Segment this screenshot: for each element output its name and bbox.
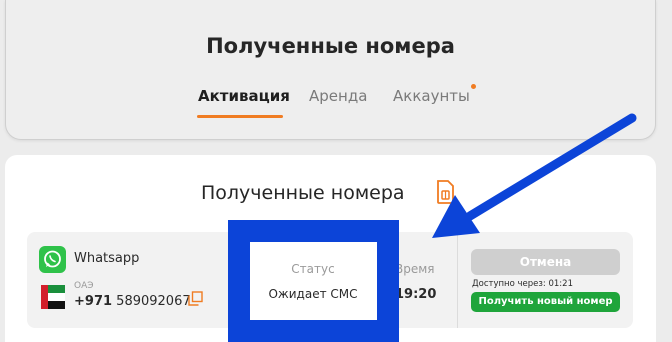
tab-rent[interactable]: Аренда bbox=[309, 87, 367, 105]
tab-activation[interactable]: Активация bbox=[198, 87, 290, 105]
copy-icon[interactable] bbox=[188, 291, 203, 306]
phone-digits: 589092067 bbox=[116, 294, 191, 309]
time-value: 19:20 bbox=[395, 287, 437, 302]
uae-flag-icon bbox=[41, 285, 65, 309]
annotation-highlight-box bbox=[228, 220, 399, 342]
notification-dot bbox=[471, 84, 476, 89]
sim-card-icon[interactable] bbox=[436, 180, 455, 204]
phone-country-code: +971 bbox=[74, 294, 113, 309]
received-numbers-header-card: Полученные номера Активация Аренда Аккау… bbox=[5, 0, 656, 140]
get-new-number-button[interactable]: Получить новый номер bbox=[471, 292, 620, 312]
whatsapp-icon bbox=[39, 246, 66, 273]
page-title: Полученные номера bbox=[206, 34, 455, 58]
section-title: Полученные номера bbox=[201, 182, 405, 204]
tab-bar: Активация Аренда Аккаунты bbox=[6, 84, 655, 118]
cancel-button[interactable]: Отмена bbox=[471, 249, 620, 275]
cancel-available-timer: Доступно через: 01:21 bbox=[472, 279, 573, 289]
time-label: Время bbox=[395, 262, 435, 276]
service-name: Whatsapp bbox=[74, 251, 140, 266]
row-divider bbox=[457, 232, 458, 328]
phone-number: +971 589092067 bbox=[74, 294, 191, 309]
country-name: ОАЭ bbox=[74, 281, 94, 291]
tab-accounts[interactable]: Аккаунты bbox=[393, 87, 470, 105]
active-tab-indicator bbox=[197, 115, 283, 118]
